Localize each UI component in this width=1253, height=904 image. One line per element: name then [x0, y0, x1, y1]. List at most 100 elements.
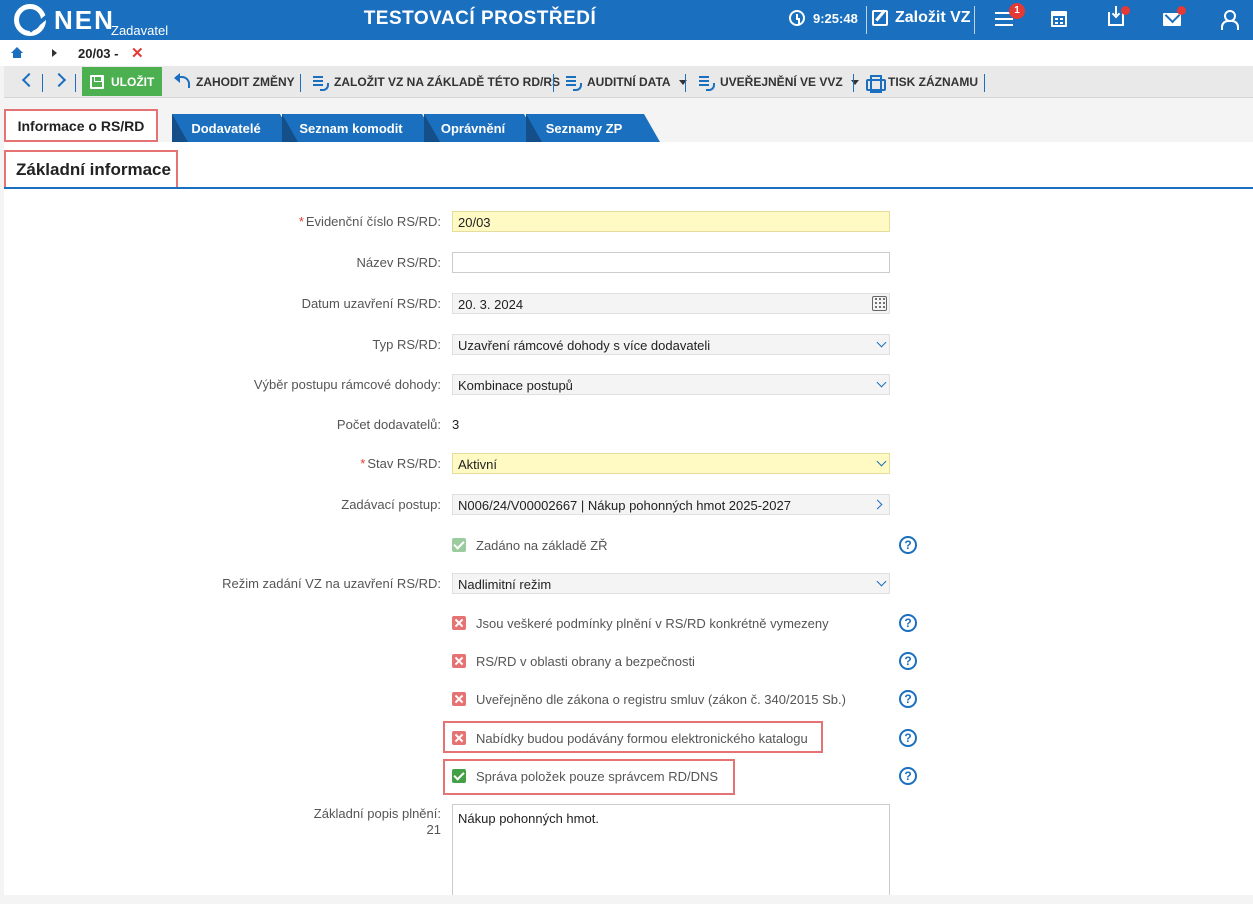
- header-divider: [974, 6, 975, 34]
- main-content: Základní informace * Evidenční číslo RS/R…: [4, 142, 1253, 904]
- checkbox-checked-icon[interactable]: [452, 769, 466, 783]
- checkbox-registr-smluv[interactable]: Uveřejněno dle zákona o registru smluv (…: [452, 688, 846, 710]
- zadavaci-postup-field[interactable]: N006/24/V00002667 | Nákup pohonných hmot…: [452, 494, 890, 515]
- page-bottom-strip: [0, 895, 1253, 904]
- checkbox-checked-icon[interactable]: [452, 538, 466, 552]
- clock-icon: [789, 10, 805, 26]
- checkbox-unchecked-icon[interactable]: [452, 616, 466, 630]
- checkbox-zadano-zr[interactable]: Zadáno na základě ZŘ: [452, 534, 608, 556]
- section-title: Základní informace: [4, 150, 178, 189]
- popis-char-count: 21: [426, 822, 441, 837]
- row-evidencni-cislo: * Evidenční číslo RS/RD: 20/03: [4, 211, 1253, 233]
- inbox-notification-dot: [1121, 6, 1130, 15]
- toolbar-divider: [75, 74, 76, 92]
- toolbar: ULOŽIT ZAHODIT ZMĚNY ZALOŽIT VZ NA ZÁKLA…: [4, 66, 1253, 98]
- chevron-down-icon: [876, 456, 887, 467]
- row-zadavaci-postup: Zadávací postup: N006/24/V00002667 | Nák…: [4, 494, 1253, 516]
- toolbar-divider: [984, 74, 985, 92]
- publish-vvz-button[interactable]: UVEŘEJNĚNÍ VE VVZ: [698, 66, 859, 98]
- close-icon[interactable]: ✕: [131, 44, 144, 62]
- row-rezim: Režim zadání VZ na uzavření RS/RD: Nadli…: [4, 573, 1253, 595]
- discard-label: ZAHODIT ZMĚNY: [196, 75, 295, 89]
- label-typ: Typ RS/RD:: [372, 337, 441, 352]
- checkbox-sprava-polozek[interactable]: Správa položek pouze správcem RD/DNS: [452, 765, 718, 787]
- rezim-value: Nadlimitní režim: [458, 577, 552, 592]
- label-datum: Datum uzavření RS/RD:: [301, 296, 441, 311]
- row-vyber-postupu: Výběr postupu rámcové dohody: Kombinace …: [4, 374, 1253, 396]
- inbox-icon[interactable]: [1108, 6, 1124, 26]
- save-button[interactable]: ULOŽIT: [82, 67, 162, 96]
- toolbar-divider: [685, 74, 686, 92]
- save-label: ULOŽIT: [111, 74, 155, 89]
- label-nazev: Název RS/RD:: [356, 255, 441, 270]
- user-icon[interactable]: [1221, 10, 1239, 30]
- checkbox-podminky[interactable]: Jsou veškeré podmínky plnění v RS/RD kon…: [452, 612, 829, 634]
- tab-informace[interactable]: Informace o RS/RD: [4, 109, 158, 142]
- label-stav: * Stav RS/RD:: [360, 456, 441, 471]
- tab-opravneni[interactable]: Oprávnění: [424, 114, 540, 142]
- mail-notification-dot: [1177, 6, 1186, 15]
- zadano-zr-label: Zadáno na základě ZŘ: [476, 537, 608, 553]
- print-label: TISK ZÁZNAMU: [888, 75, 978, 89]
- back-arrow-icon[interactable]: [21, 72, 37, 88]
- tab-seznamy-zp[interactable]: Seznamy ZP: [526, 114, 660, 142]
- chevron-down-icon: [876, 377, 887, 388]
- rezim-select[interactable]: Nadlimitní režim: [452, 573, 890, 594]
- checkbox-unchecked-icon[interactable]: [452, 654, 466, 668]
- breadcrumb-current[interactable]: 20/03 -: [78, 46, 118, 61]
- clock-time: 9:25:48: [813, 10, 858, 26]
- audit-data-button[interactable]: AUDITNÍ DATA: [565, 66, 687, 98]
- checkbox-elektronicky-katalog[interactable]: Nabídky budou podávány formou elektronic…: [452, 727, 808, 749]
- zadavaci-postup-value: N006/24/V00002667 | Nákup pohonných hmot…: [458, 498, 791, 513]
- discard-changes-button[interactable]: ZAHODIT ZMĚNY: [174, 66, 295, 98]
- tab-dodavatele[interactable]: Dodavatelé: [172, 114, 296, 142]
- podminky-label: Jsou veškeré podmínky plnění v RS/RD kon…: [476, 615, 829, 631]
- help-icon[interactable]: ?: [899, 652, 917, 670]
- tab-seznam-komodit[interactable]: Seznam komodit: [282, 114, 438, 142]
- toolbar-divider: [300, 74, 301, 92]
- checkbox-obrana[interactable]: RS/RD v oblasti obrany a bezpečnosti: [452, 650, 695, 672]
- popis-plneni-textarea[interactable]: Nákup pohonných hmot.: [452, 804, 890, 904]
- forward-arrow-icon[interactable]: [51, 72, 67, 88]
- create-from-icon: [312, 75, 329, 91]
- calendar-icon[interactable]: [872, 296, 887, 311]
- datum-input[interactable]: 20. 3. 2024: [452, 293, 890, 314]
- checkbox-unchecked-icon[interactable]: [452, 692, 466, 706]
- menu-badge: 1: [1009, 3, 1025, 19]
- breadcrumb: 20/03 - ✕: [0, 40, 1253, 66]
- help-icon[interactable]: ?: [899, 614, 917, 632]
- help-icon[interactable]: ?: [899, 536, 917, 554]
- label-rezim: Režim zadání VZ na uzavření RS/RD:: [222, 576, 441, 591]
- publish-label: UVEŘEJNĚNÍ VE VVZ: [720, 75, 843, 89]
- create-vz-label: Založit VZ: [895, 9, 971, 26]
- chevron-down-icon: [876, 337, 887, 348]
- tab-bar: Informace o RS/RD Dodavatelé Seznam komo…: [0, 99, 1253, 142]
- vyber-postupu-select[interactable]: Kombinace postupů: [452, 374, 890, 395]
- chevron-right-icon[interactable]: [872, 499, 883, 510]
- printer-icon: [866, 75, 886, 93]
- caret-down-icon: [850, 79, 859, 85]
- row-datum: Datum uzavření RS/RD: 20. 3. 2024: [4, 293, 1253, 315]
- label-popis-plneni: Základní popis plnění: 21: [313, 806, 441, 837]
- help-icon[interactable]: ?: [899, 729, 917, 747]
- create-from-label: ZALOŽIT VZ NA ZÁKLADĚ TÉTO RD/RS: [334, 75, 560, 89]
- nazev-input[interactable]: [452, 252, 890, 273]
- home-icon[interactable]: [11, 47, 23, 59]
- help-icon[interactable]: ?: [899, 767, 917, 785]
- typ-value: Uzavření rámcové dohody s více dodavatel…: [458, 338, 711, 353]
- create-from-button[interactable]: ZALOŽIT VZ NA ZÁKLADĚ TÉTO RD/RS: [312, 66, 560, 98]
- help-icon[interactable]: ?: [899, 690, 917, 708]
- app-header: NEN Zadavatel TESTOVACÍ PROSTŘEDÍ 9:25:4…: [0, 0, 1253, 40]
- print-record-button[interactable]: TISK ZÁZNAMU: [866, 66, 978, 98]
- checkbox-unchecked-icon[interactable]: [452, 731, 466, 745]
- evidencni-cislo-input[interactable]: 20/03: [452, 211, 890, 232]
- toolbar-divider: [853, 74, 854, 92]
- stav-select[interactable]: Aktivní: [452, 453, 890, 474]
- typ-select[interactable]: Uzavření rámcové dohody s více dodavatel…: [452, 334, 890, 355]
- create-vz-button[interactable]: Založit VZ: [872, 9, 971, 27]
- toolbar-divider: [42, 74, 43, 92]
- calculator-icon[interactable]: [1051, 11, 1067, 27]
- audit-icon: [565, 75, 582, 91]
- tab-label: Seznam komodit: [299, 120, 403, 136]
- mail-icon[interactable]: [1163, 13, 1181, 26]
